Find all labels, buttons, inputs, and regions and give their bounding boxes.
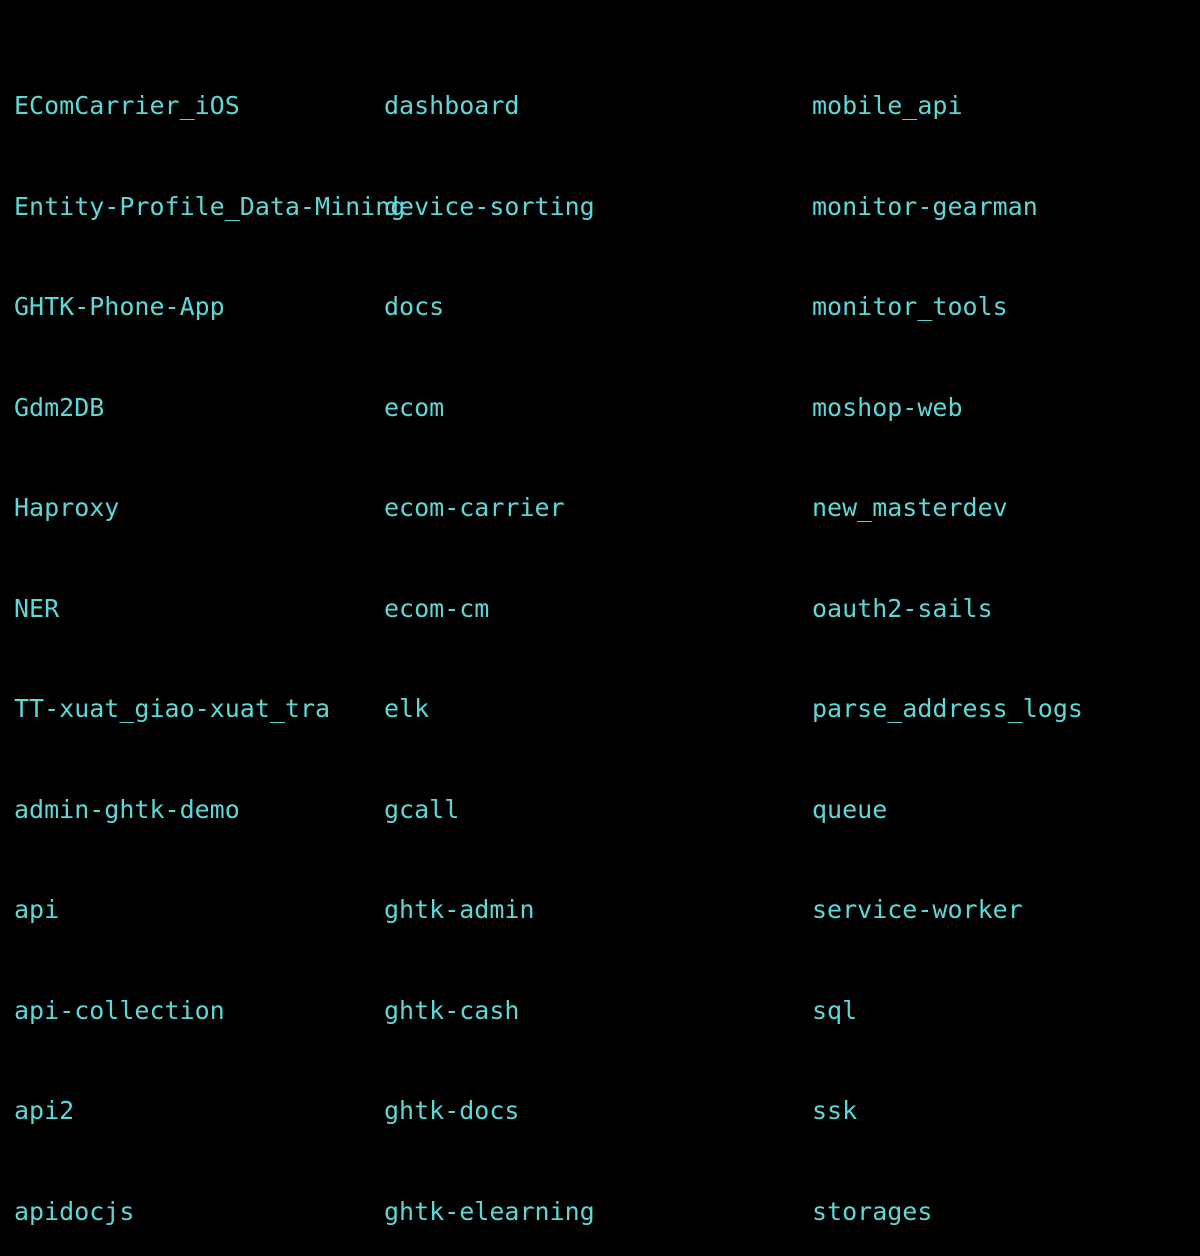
directory-entry: GHTK-Phone-App [14, 290, 384, 324]
directory-entry: storages [812, 1195, 1083, 1229]
directory-entry: dashboard [384, 89, 812, 123]
terminal-output: EComCarrier_iOS Entity-Profile_Data-Mini… [14, 22, 1200, 1256]
directory-entry: monitor_tools [812, 290, 1083, 324]
directory-entry: device-sorting [384, 190, 812, 224]
directory-entry: apidocjs [14, 1195, 384, 1229]
directory-entry: ghtk-elearning [384, 1195, 812, 1229]
directory-entry: docs [384, 290, 812, 324]
directory-entry: ghtk-docs [384, 1094, 812, 1128]
directory-entry: ecom-cm [384, 592, 812, 626]
directory-entry: ghtk-admin [384, 893, 812, 927]
directory-entry: NER [14, 592, 384, 626]
directory-entry: Entity-Profile_Data-Mining [14, 190, 384, 224]
directory-entry: sql [812, 994, 1083, 1028]
directory-entry: oauth2-sails [812, 592, 1083, 626]
directory-entry: gcall [384, 793, 812, 827]
ls-column-2: dashboard device-sorting docs ecom ecom-… [384, 22, 812, 1256]
directory-entry: monitor-gearman [812, 190, 1083, 224]
directory-entry: new_masterdev [812, 491, 1083, 525]
directory-entry: api-collection [14, 994, 384, 1028]
directory-entry: TT-xuat_giao-xuat_tra [14, 692, 384, 726]
directory-entry: queue [812, 793, 1083, 827]
directory-entry: Gdm2DB [14, 391, 384, 425]
directory-entry: service-worker [812, 893, 1083, 927]
directory-entry: mobile_api [812, 89, 1083, 123]
directory-entry: EComCarrier_iOS [14, 89, 384, 123]
ls-column-3: mobile_api monitor-gearman monitor_tools… [812, 22, 1083, 1256]
directory-entry: ssk [812, 1094, 1083, 1128]
directory-entry: ghtk-cash [384, 994, 812, 1028]
directory-entry: api [14, 893, 384, 927]
directory-entry: moshop-web [812, 391, 1083, 425]
directory-entry: api2 [14, 1094, 384, 1128]
ls-column-1: EComCarrier_iOS Entity-Profile_Data-Mini… [14, 22, 384, 1256]
directory-entry: elk [384, 692, 812, 726]
directory-entry: ecom-carrier [384, 491, 812, 525]
directory-entry: admin-ghtk-demo [14, 793, 384, 827]
directory-entry: Haproxy [14, 491, 384, 525]
directory-entry: parse_address_logs [812, 692, 1083, 726]
directory-entry: ecom [384, 391, 812, 425]
